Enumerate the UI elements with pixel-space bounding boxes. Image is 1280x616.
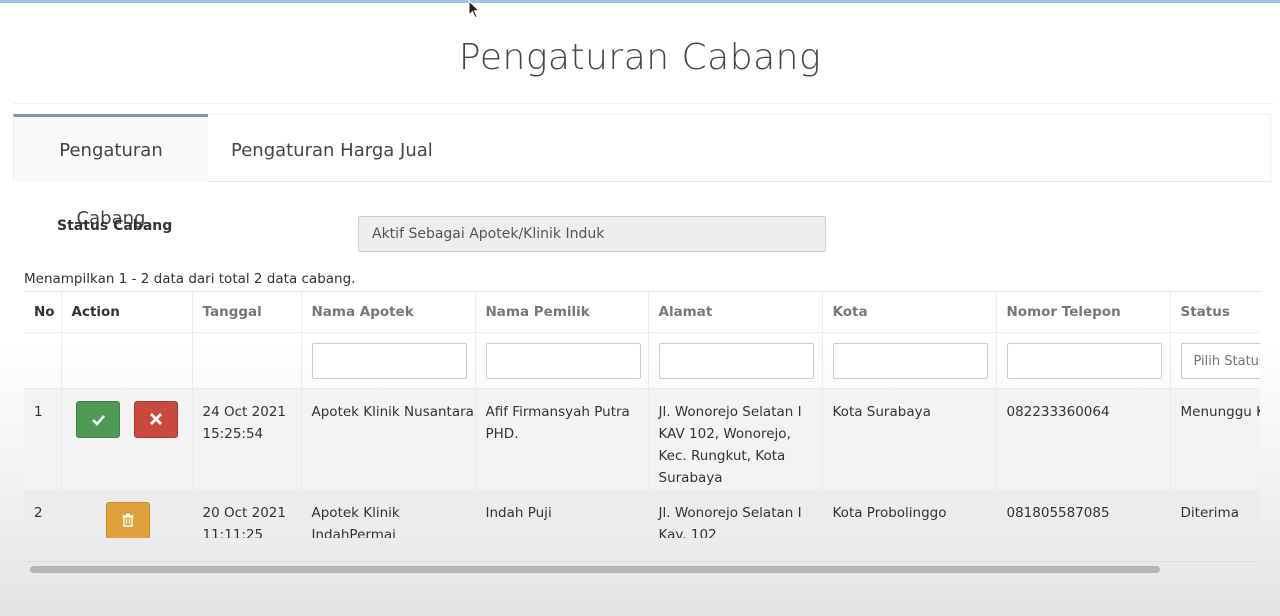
- delete-button[interactable]: [105, 502, 150, 538]
- mouse-pointer-icon: [468, 0, 480, 20]
- cell-status: Diterima: [1170, 489, 1260, 538]
- table-row: 2 20 Oct 2021 11:11:25 Apotek Klinik Ind…: [24, 489, 1260, 538]
- branch-table: No Action Tanggal Nama Apotek Nama Pemil…: [24, 292, 1260, 538]
- cell-tanggal: 24 Oct 2021 15:25:54: [192, 388, 302, 490]
- filter-row: [24, 332, 1260, 389]
- column-header-no: No: [24, 292, 62, 333]
- cell-tanggal-time: 11:11:25: [202, 527, 264, 538]
- cell-no: 1: [24, 388, 62, 490]
- cell-nama-pemilik: Afif Firmansyah Putra PHD.: [475, 388, 649, 490]
- filter-nomor-telepon-input[interactable]: [1006, 343, 1162, 379]
- filter-kota-input[interactable]: [832, 343, 988, 379]
- status-cabang-label: Status Cabang: [57, 218, 173, 234]
- cell-tanggal: 20 Oct 2021 11:11:25: [192, 489, 302, 538]
- cell-no: 2: [24, 489, 62, 538]
- tab-pengaturan-cabang[interactable]: Pengaturan Cabang: [13, 114, 208, 229]
- cell-nama-pemilik: Indah Puji: [475, 489, 649, 538]
- page-title: Pengaturan Cabang: [458, 37, 822, 78]
- column-header-action: Action: [61, 292, 193, 333]
- cell-action: [61, 388, 193, 490]
- cell-kota: Kota Probolinggo: [822, 489, 997, 538]
- title-divider: [13, 103, 1273, 104]
- table-header-row: No Action Tanggal Nama Apotek Nama Pemil…: [24, 292, 1260, 333]
- filter-nama-apotek-input[interactable]: [311, 343, 467, 379]
- column-header-tanggal[interactable]: Tanggal: [192, 292, 302, 333]
- column-header-nomor-telepon[interactable]: Nomor Telepon: [996, 292, 1171, 333]
- cell-status: Menunggu Konfirmasi: [1170, 388, 1260, 490]
- tab-pengaturan-harga-jual[interactable]: Pengaturan Harga Jual: [208, 114, 1271, 182]
- check-icon: [77, 402, 119, 437]
- trash-icon: [107, 503, 149, 538]
- cell-alamat: Jl. Wonorejo Selatan I KAV 102, Wonorejo…: [648, 388, 823, 490]
- cell-tanggal-date: 24 Oct 2021: [202, 404, 286, 420]
- cell-action: [61, 489, 193, 538]
- times-icon: [135, 402, 177, 437]
- cell-nama-apotek: Apotek Klinik IndahPermai: [301, 489, 476, 538]
- column-header-kota[interactable]: Kota: [822, 292, 997, 333]
- cell-nama-apotek: Apotek Klinik Nusantara: [301, 388, 476, 490]
- scrollbar-thumb[interactable]: [30, 566, 1160, 573]
- page-body: Pengaturan Cabang Pengaturan Cabang Peng…: [0, 3, 1280, 616]
- cell-tanggal-time: 15:25:54: [202, 426, 264, 442]
- cell-tanggal-date: 20 Oct 2021: [202, 505, 286, 521]
- filter-nama-pemilik-input[interactable]: [485, 343, 641, 379]
- reject-button[interactable]: [133, 401, 178, 438]
- table-row: 1 24 Oct 2021 15:25:54 Apotek Klinik Nus…: [24, 388, 1260, 490]
- filter-status-select[interactable]: [1180, 343, 1260, 379]
- column-header-nama-apotek[interactable]: Nama Apotek: [301, 292, 476, 333]
- column-header-status[interactable]: Status: [1170, 292, 1260, 333]
- cell-telepon: 082233360064: [996, 388, 1171, 490]
- cell-alamat: Jl. Wonorejo Selatan I Kav. 102: [648, 489, 823, 538]
- tab-bar: Pengaturan Cabang Pengaturan Harga Jual: [13, 114, 1271, 229]
- accept-button[interactable]: [75, 401, 120, 438]
- column-header-alamat[interactable]: Alamat: [648, 292, 823, 333]
- status-cabang-field: Aktif Sebagai Apotek/Klinik Induk: [358, 216, 826, 252]
- branch-table-container: No Action Tanggal Nama Apotek Nama Pemil…: [24, 291, 1260, 538]
- column-header-nama-pemilik[interactable]: Nama Pemilik: [475, 292, 649, 333]
- horizontal-scrollbar[interactable]: [24, 561, 1260, 576]
- table-summary: Menampilkan 1 - 2 data dari total 2 data…: [24, 271, 356, 287]
- filter-alamat-input[interactable]: [658, 343, 814, 379]
- cell-kota: Kota Surabaya: [822, 388, 997, 490]
- cell-telepon: 081805587085: [996, 489, 1171, 538]
